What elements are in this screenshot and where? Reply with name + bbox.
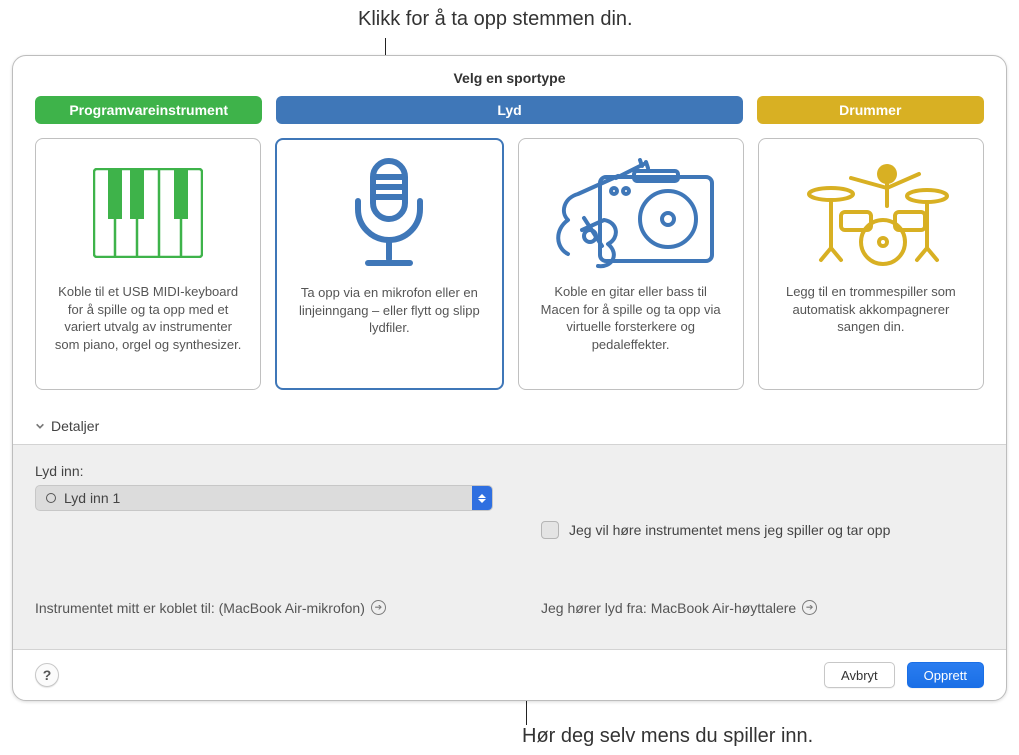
arrow-right-circle-icon[interactable]: ➔ bbox=[371, 600, 386, 615]
card-drummer[interactable]: Legg til en trommespiller som automatisk… bbox=[758, 138, 984, 390]
audio-in-label: Lyd inn: bbox=[35, 463, 493, 479]
card-mic-desc: Ta opp via en mikrofon eller en linjeinn… bbox=[289, 284, 489, 337]
drummer-icon bbox=[771, 153, 971, 273]
audio-in-value: Lyd inn 1 bbox=[64, 490, 120, 506]
card-software-instrument[interactable]: Koble til et USB MIDI-keyboard for å spi… bbox=[35, 138, 261, 390]
dropdown-stepper-icon bbox=[472, 486, 492, 510]
card-guitar[interactable]: Koble en gitar eller bass til Macen for … bbox=[518, 138, 744, 390]
dialog-title: Velg en sportype bbox=[13, 56, 1006, 96]
segment-audio[interactable]: Lyd bbox=[276, 96, 742, 124]
instrument-connected-text: Instrumentet mitt er koblet til: (MacBoo… bbox=[35, 600, 365, 616]
create-button[interactable]: Opprett bbox=[907, 662, 984, 688]
segment-drummer[interactable]: Drummer bbox=[757, 96, 984, 124]
arrow-right-circle-icon[interactable]: ➔ bbox=[802, 600, 817, 615]
hear-from-text: Jeg hører lyd fra: MacBook Air-høyttaler… bbox=[541, 600, 796, 616]
segment-software-instrument[interactable]: Programvareinstrument bbox=[35, 96, 262, 124]
details-panel: Lyd inn: Lyd inn 1 Jeg vil høre instrume… bbox=[13, 444, 1006, 650]
dialog-footer: ? Avbryt Opprett bbox=[13, 650, 1006, 700]
microphone-icon bbox=[289, 154, 489, 274]
audio-in-dropdown[interactable]: Lyd inn 1 bbox=[35, 485, 493, 511]
help-button[interactable]: ? bbox=[35, 663, 59, 687]
cancel-button[interactable]: Avbryt bbox=[824, 662, 895, 688]
input-channel-icon bbox=[46, 493, 56, 503]
card-software-desc: Koble til et USB MIDI-keyboard for å spi… bbox=[48, 283, 248, 353]
annotation-bottom: Hør deg selv mens du spiller inn. bbox=[522, 725, 813, 748]
annotation-top: Klikk for å ta opp stemmen din. bbox=[358, 8, 633, 31]
guitar-amp-icon bbox=[531, 153, 731, 273]
details-toggle[interactable]: Detaljer bbox=[13, 390, 1006, 444]
chevron-down-icon bbox=[35, 421, 45, 431]
track-type-segmented: Programvareinstrument Lyd Drummer bbox=[13, 96, 1006, 124]
card-drummer-desc: Legg til en trommespiller som automatisk… bbox=[771, 283, 971, 336]
card-guitar-desc: Koble en gitar eller bass til Macen for … bbox=[531, 283, 731, 353]
monitor-label: Jeg vil høre instrumentet mens jeg spill… bbox=[569, 522, 890, 538]
dialog-window: Velg en sportype Programvareinstrument L… bbox=[12, 55, 1007, 701]
keyboard-icon bbox=[48, 153, 248, 273]
monitor-checkbox[interactable] bbox=[541, 521, 559, 539]
details-label: Detaljer bbox=[51, 418, 99, 434]
track-cards: Koble til et USB MIDI-keyboard for å spi… bbox=[13, 124, 1006, 390]
card-microphone[interactable]: Ta opp via en mikrofon eller en linjeinn… bbox=[275, 138, 503, 390]
